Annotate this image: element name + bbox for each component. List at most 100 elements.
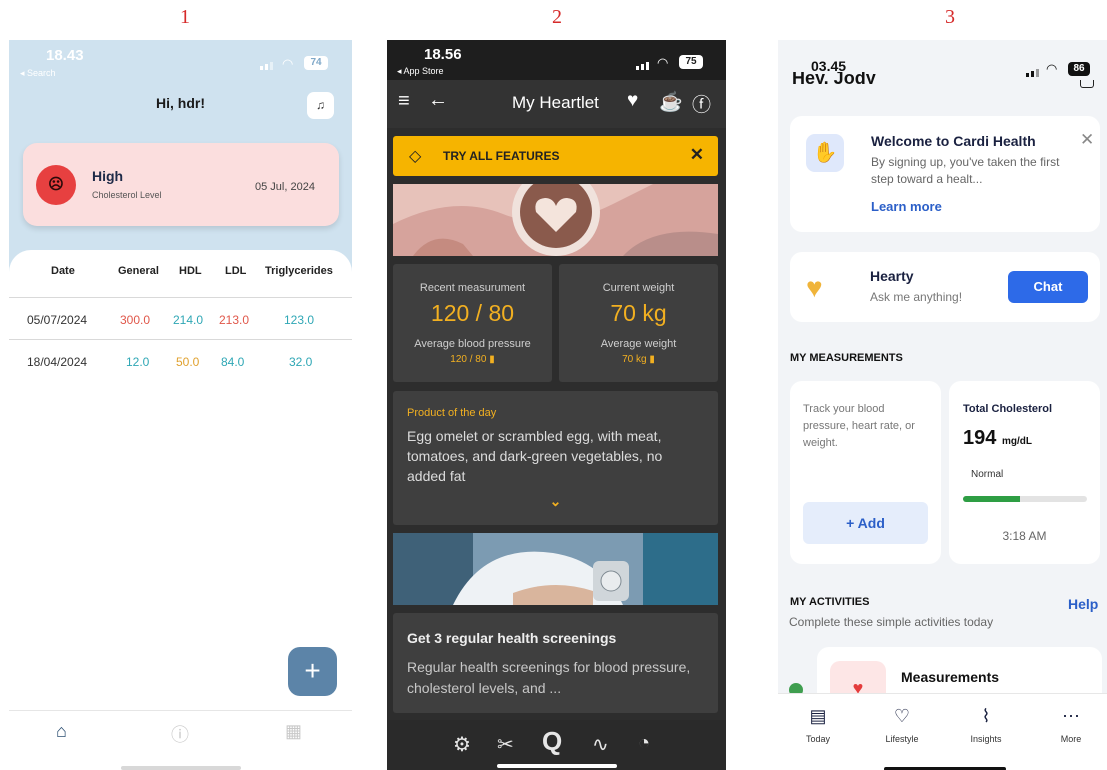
status-level: High <box>92 168 124 184</box>
health-tip-card[interactable]: Get 3 regular health screenings Regular … <box>393 613 718 713</box>
close-icon[interactable]: ✕ <box>690 145 704 165</box>
hearty-card: ♥ Hearty Ask me anything! Chat <box>790 252 1100 322</box>
close-icon[interactable]: ✕ <box>1080 130 1094 150</box>
info-icon[interactable]: ⓘ <box>171 721 189 747</box>
tile-label: Recent measurument <box>419 282 526 294</box>
greeting-title: Hi, hdr! <box>156 95 205 111</box>
cholesterol-status: Normal <box>971 469 1004 480</box>
tab-label: More <box>1060 734 1082 744</box>
sad-face-icon: ☹ <box>36 165 76 205</box>
cell-date: 18/04/2024 <box>27 355 88 369</box>
more-dots-icon: ⋯ <box>1062 706 1080 726</box>
hearty-title: Hearty <box>870 268 914 284</box>
chat-button[interactable]: Chat <box>1008 271 1088 303</box>
welcome-title: Welcome to Cardi Health <box>871 133 1036 149</box>
status-label: Cholesterol Level <box>92 190 162 200</box>
tile-sub-value: 120 / 80 ▮ <box>450 354 495 365</box>
heartbeat-icon[interactable]: ∿ <box>592 732 609 757</box>
coffee-heart-illustration <box>393 184 718 256</box>
divider <box>9 339 352 340</box>
panel-number-1: 1 <box>180 6 190 28</box>
bottom-tab-bar: ▤ Today ♡ Lifestyle ⌇ Insights ⋯ More <box>778 693 1107 770</box>
wifi-icon: ◠ <box>282 56 294 71</box>
greeting-title-cut-off: Hey, Jody <box>792 72 876 84</box>
measurements-heading: MY MEASUREMENTS <box>790 352 903 364</box>
tab-insights[interactable]: ⌇ Insights <box>956 706 1016 744</box>
tip-body: Regular health screenings for blood pres… <box>407 659 691 696</box>
rainbow-heart-icon: ♥ <box>806 272 823 303</box>
home-icon[interactable]: ⌂ <box>56 721 67 742</box>
calendar-icon: ▤ <box>809 706 827 726</box>
welcome-body: By signing up, you've taken the first st… <box>871 155 1060 186</box>
phone-screen-cholesterol-tracker: 18.43 ◂ Search ◠ 74 Hi, hdr! ♫ ☹ High Ch… <box>9 40 352 770</box>
doctor-consultation-image <box>393 533 718 605</box>
cholesterol-status-card[interactable]: ☹ High Cholesterol Level 05 Jul, 2024 <box>23 143 339 226</box>
chevron-down-icon[interactable]: ⌄ <box>393 493 718 510</box>
status-time: 18.56 <box>424 46 462 63</box>
cell-ldl: 213.0 <box>219 313 250 327</box>
total-cholesterol-card[interactable]: Total Cholesterol 194 mg/dL Normal 3:18 … <box>949 381 1100 564</box>
learn-more-link[interactable]: Learn more <box>871 199 942 214</box>
app-title: My Heartlet <box>512 93 599 112</box>
bell-icon[interactable]: ♫ <box>307 92 334 119</box>
add-measurement-button[interactable]: + Add <box>803 502 928 544</box>
facebook-icon[interactable]: ⓕ <box>692 90 711 117</box>
grid-icon[interactable]: ▦ <box>285 721 302 742</box>
col-header-ldl: LDL <box>225 265 247 277</box>
cholesterol-level-bar <box>963 496 1087 502</box>
tile-sub-label: Average blood pressure <box>414 338 531 350</box>
wifi-icon: ◠ <box>1046 61 1058 76</box>
tile-value: 120 / 80 <box>430 300 515 326</box>
activities-heading: MY ACTIVITIES <box>790 596 870 608</box>
wifi-icon: ◠ <box>657 55 669 70</box>
product-text: Egg omelet or scrambled egg, with meat, … <box>407 428 663 484</box>
tile-sub-value: 70 kg ▮ <box>622 354 655 365</box>
dashboard-gauge-icon[interactable]: ◔ <box>638 732 650 755</box>
try-all-features-banner[interactable]: ◇ TRY ALL FEATURES ✕ <box>393 136 718 176</box>
bottom-nav: ⌂ ⓘ ▦ <box>9 710 352 752</box>
tile-value: 70 kg <box>610 300 667 326</box>
cell-hdl: 50.0 <box>176 355 200 369</box>
signal-icon <box>1026 69 1039 77</box>
home-indicator <box>497 764 617 768</box>
cholesterol-title: Total Cholesterol <box>963 403 1053 415</box>
cell-triglycerides: 123.0 <box>284 313 315 327</box>
heart-icon[interactable]: ♥ <box>627 90 638 112</box>
back-to-app-link[interactable]: ◂ App Store <box>397 66 444 77</box>
battery-icon: 86 <box>1068 62 1090 76</box>
waving-hand-icon: ✋ <box>806 134 844 172</box>
battery-icon: 74 <box>304 56 328 70</box>
product-of-the-day-card[interactable]: Product of the day Egg omelet or scrambl… <box>393 391 718 525</box>
inbox-icon[interactable] <box>1080 80 1094 88</box>
tile-sub-label: Average weight <box>600 338 677 350</box>
add-record-button[interactable]: + <box>288 647 337 696</box>
tab-lifestyle[interactable]: ♡ Lifestyle <box>872 706 932 744</box>
tab-today[interactable]: ▤ Today <box>788 706 848 744</box>
help-link[interactable]: Help <box>1068 596 1098 612</box>
app-bar: ≡ ← My Heartlet ♥ ☕ ⓕ <box>387 80 726 128</box>
tab-more[interactable]: ⋯ More <box>1041 706 1101 744</box>
col-header-triglycerides: Triglycerides <box>265 265 333 277</box>
back-to-app-link[interactable]: ◂ Search <box>20 68 56 79</box>
utensils-icon[interactable]: ✂ <box>497 732 514 757</box>
search-icon[interactable]: Q <box>542 726 562 757</box>
cell-general: 300.0 <box>120 313 151 327</box>
tip-title: Get 3 regular health screenings <box>407 630 617 646</box>
weight-tile[interactable]: Current weight 70 kg Average weight 70 k… <box>559 264 718 382</box>
doctor-photo <box>393 533 718 605</box>
battery-icon: 75 <box>679 55 703 69</box>
activities-subtitle: Complete these simple activities today <box>789 615 994 629</box>
latte-art-image <box>393 184 718 256</box>
home-indicator <box>121 766 241 770</box>
menu-icon[interactable]: ≡ <box>398 90 410 113</box>
back-arrow-icon[interactable]: ← <box>428 89 448 112</box>
settings-gear-icon[interactable]: ⚙ <box>453 732 471 757</box>
track-text: Track your blood pressure, heart rate, o… <box>803 403 915 449</box>
panel-number-2: 2 <box>552 6 562 28</box>
cholesterol-time: 3:18 AM <box>1002 529 1047 543</box>
coffee-cup-icon[interactable]: ☕ <box>659 90 683 114</box>
tab-label: Lifestyle <box>885 734 919 744</box>
cell-triglycerides: 32.0 <box>289 355 313 369</box>
promo-text: TRY ALL FEATURES <box>443 149 560 163</box>
blood-pressure-tile[interactable]: Recent measurument 120 / 80 Average bloo… <box>393 264 552 382</box>
